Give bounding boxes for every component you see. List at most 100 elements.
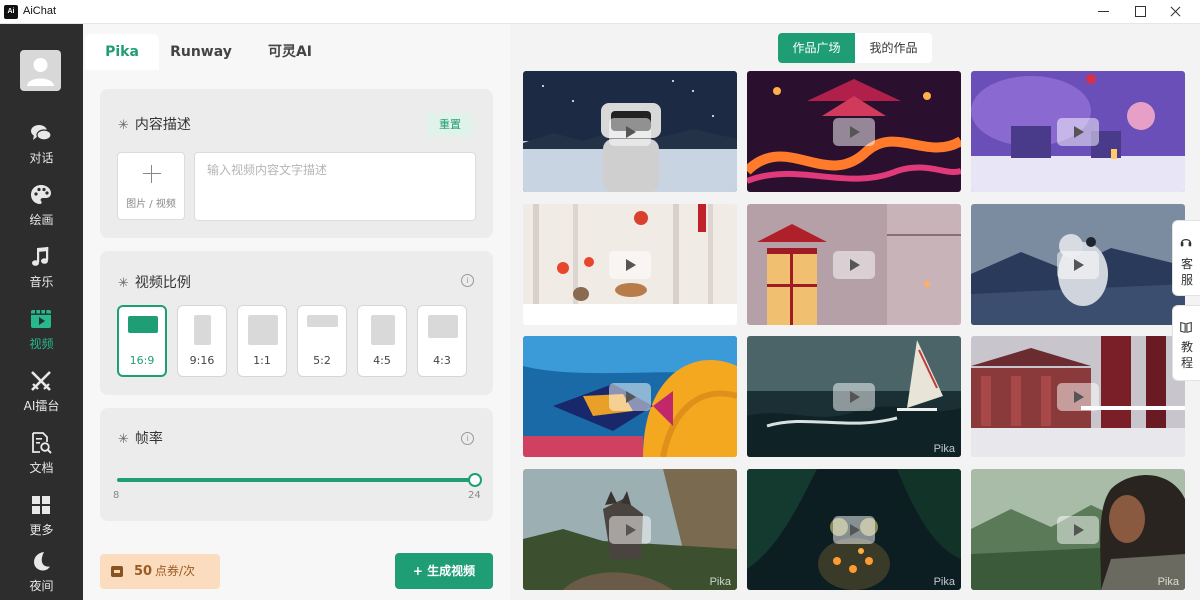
play-icon[interactable] <box>1057 383 1099 411</box>
document-search-icon <box>32 432 52 454</box>
ratio-shape-icon <box>307 315 338 327</box>
gallery-item-snowy-palace[interactable] <box>971 336 1185 457</box>
play-icon[interactable] <box>833 251 875 279</box>
sidebar-item-draw[interactable]: 绘画 <box>0 183 83 239</box>
ratio-option-1-1[interactable]: 1:1 <box>237 305 287 377</box>
play-icon[interactable] <box>609 251 651 279</box>
sidebar-item-label: 更多 <box>29 523 54 537</box>
tab-kling-ai[interactable]: 可灵AI <box>253 34 327 70</box>
pika-watermark: Pika <box>933 576 955 588</box>
sidebar-item-label: 音乐 <box>29 275 54 289</box>
play-icon[interactable] <box>1057 251 1099 279</box>
tab-showcase[interactable]: 作品广场 <box>778 33 855 63</box>
user-avatar-icon <box>27 58 54 86</box>
ratio-option-5-2[interactable]: 5:2 <box>297 305 347 377</box>
tutorial-button[interactable]: 教 程 <box>1172 305 1200 381</box>
info-icon[interactable]: i <box>461 432 474 445</box>
palette-icon <box>31 185 51 204</box>
sidebar-item-docs[interactable]: 文档 <box>0 431 83 487</box>
pika-watermark: Pika <box>933 443 955 455</box>
sidebar-item-chat[interactable]: 对话 <box>0 121 83 177</box>
side-tool-label: 服 <box>1180 273 1193 287</box>
gallery-item-snowy-lanterns-deer[interactable] <box>523 204 737 325</box>
gallery-item-purple-snow-village[interactable] <box>971 71 1185 192</box>
play-icon[interactable] <box>609 516 651 544</box>
title-bar: Ai AiChat <box>0 0 1200 24</box>
upload-media-button[interactable]: 图片 / 视频 <box>117 152 185 220</box>
play-icon[interactable] <box>609 383 651 411</box>
side-tool-label: 客 <box>1180 257 1193 271</box>
asterisk-icon: ✳ <box>118 276 129 291</box>
ratio-option-9-16[interactable]: 9:16 <box>177 305 227 377</box>
play-icon[interactable] <box>833 118 875 146</box>
gallery-item-coral-fish[interactable] <box>523 336 737 457</box>
gallery-item-warrior-woman[interactable]: Pika <box>971 469 1185 590</box>
cost-value: 50 <box>134 564 153 579</box>
play-icon[interactable] <box>833 383 875 411</box>
minimize-button[interactable] <box>1084 0 1124 24</box>
ratio-label: 9:16 <box>189 354 215 367</box>
upload-label: 图片 / 视频 <box>126 199 176 210</box>
frame-rate-slider-track[interactable] <box>117 473 482 487</box>
sidebar-item-more[interactable]: 更多 <box>0 493 83 549</box>
ratio-option-4-3[interactable]: 4:3 <box>417 305 467 377</box>
content-description-card: ✳ 内容描述 重置 图片 / 视频 <box>100 89 493 238</box>
section-title: ✳ 视频比例 <box>118 275 191 291</box>
ratio-label: 4:3 <box>433 354 451 367</box>
avatar[interactable] <box>20 50 61 91</box>
cost-badge: 50 点券/次 <box>100 554 220 589</box>
video-settings-panel: Pika Runway 可灵AI ✳内容描述 重置 图片 / 视频 ✳视频比例 … <box>83 24 510 600</box>
sidebar-item-video[interactable]: 视频 <box>0 307 83 363</box>
sidebar: 对话 绘画 音乐 视频 AI擂台 文档 更多 夜间 <box>0 24 83 600</box>
gallery-item-polar-bear[interactable] <box>971 204 1185 325</box>
generate-video-button[interactable]: + 生成视频 <box>395 553 493 589</box>
gallery-item-windsurfer[interactable]: Pika <box>747 336 961 457</box>
ratio-label: 5:2 <box>313 354 331 367</box>
ratio-label: 16:9 <box>129 354 155 367</box>
maximize-button[interactable] <box>1120 0 1160 24</box>
side-tool-label: 教 <box>1180 340 1193 354</box>
sidebar-item-label: 对话 <box>29 151 54 165</box>
asterisk-icon: ✳ <box>118 118 129 133</box>
ratio-option-4-5[interactable]: 4:5 <box>357 305 407 377</box>
ratio-label: 4:5 <box>373 354 391 367</box>
play-icon[interactable] <box>609 118 651 146</box>
gallery-item-glowing-frog[interactable]: Pika <box>747 469 961 590</box>
gallery-panel: 作品广场 我的作品 Pika Pika Pika Pika <box>510 24 1200 600</box>
grid-icon <box>32 496 50 514</box>
sidebar-item-night[interactable]: 夜间 <box>0 549 83 600</box>
video-icon <box>31 310 51 328</box>
content-description-input[interactable] <box>194 152 476 221</box>
frame-rate-slider-thumb[interactable] <box>468 473 482 487</box>
info-icon[interactable]: i <box>461 274 474 287</box>
play-icon[interactable] <box>1057 516 1099 544</box>
customer-service-button[interactable]: 客 服 <box>1172 220 1200 296</box>
headset-icon <box>1180 238 1192 247</box>
sidebar-item-music[interactable]: 音乐 <box>0 245 83 301</box>
frame-rate-card: ✳ 帧率 i 8 24 <box>100 408 493 521</box>
play-icon[interactable] <box>833 516 875 544</box>
ratio-shape-icon <box>194 315 211 345</box>
ratio-shape-icon <box>371 315 395 345</box>
chat-bubbles-icon <box>31 125 52 141</box>
side-tool-label: 程 <box>1180 356 1193 370</box>
ratio-option-16-9[interactable]: 16:9 <box>117 305 167 377</box>
tab-pika[interactable]: Pika <box>85 34 159 70</box>
close-button[interactable] <box>1156 0 1196 24</box>
gallery-item-red-lantern[interactable] <box>747 204 961 325</box>
plus-icon <box>143 165 161 183</box>
slider-max-label: 24 <box>468 490 481 501</box>
ratio-shape-icon <box>428 315 458 338</box>
ratio-shape-icon <box>128 316 158 333</box>
tab-runway[interactable]: Runway <box>163 34 239 70</box>
sidebar-item-ai-arena[interactable]: AI擂台 <box>0 369 83 425</box>
play-icon[interactable] <box>1057 118 1099 146</box>
tab-my-works[interactable]: 我的作品 <box>855 33 932 63</box>
sidebar-item-label: AI擂台 <box>23 399 60 413</box>
gallery-item-neon-dragon[interactable] <box>747 71 961 192</box>
ratio-shape-icon <box>248 315 278 345</box>
reset-button[interactable]: 重置 <box>427 113 473 137</box>
section-title: ✳ 帧率 <box>118 431 163 447</box>
gallery-item-wolf-cliff[interactable]: Pika <box>523 469 737 590</box>
gallery-item-robot-snow[interactable] <box>523 71 737 192</box>
